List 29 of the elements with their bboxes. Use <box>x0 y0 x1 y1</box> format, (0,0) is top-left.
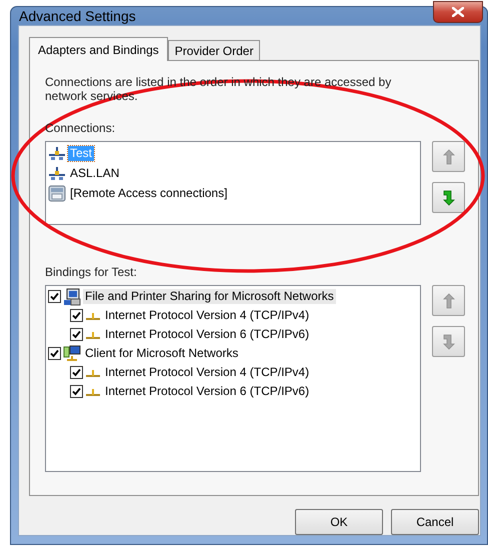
window-title: Advanced Settings <box>19 8 136 24</box>
move-down-button[interactable] <box>432 182 465 213</box>
up-arrow-icon <box>442 292 454 308</box>
list-label: Connections: <box>45 121 116 135</box>
network-icon <box>48 166 66 180</box>
up-arrow-icon <box>442 148 454 164</box>
list-item[interactable]: Client for Microsoft Networks <box>83 346 240 361</box>
tab[interactable]: Provider Order <box>168 40 260 60</box>
list-item[interactable]: Internet Protocol Version 4 (TCP/IPv4) <box>103 365 312 380</box>
dialog-button[interactable]: Cancel <box>391 509 479 535</box>
list-item[interactable]: Internet Protocol Version 6 (TCP/IPv6) <box>103 384 312 399</box>
telephone-icon <box>48 184 66 202</box>
list-item[interactable]: ASL.LAN <box>68 166 122 180</box>
down-arrow-icon <box>442 334 454 350</box>
connections-list[interactable]: Test ASL.LAN [Remote Access connections] <box>45 141 421 225</box>
tab[interactable]: Adapters and Bindings <box>29 37 168 61</box>
down-arrow-icon <box>442 190 454 206</box>
bindings-list[interactable] <box>45 285 421 472</box>
list-item[interactable]: Internet Protocol Version 4 (TCP/IPv4) <box>103 308 312 323</box>
network-icon <box>48 146 66 160</box>
computer-icon <box>63 344 81 362</box>
computer-icon <box>63 288 81 306</box>
list-label: Bindings for Test: <box>45 265 137 279</box>
list-item[interactable]: File and Printer Sharing for Microsoft Networks <box>83 289 336 304</box>
dialog-button[interactable]: OK <box>295 509 383 535</box>
close-icon <box>452 7 464 17</box>
list-item[interactable]: [Remote Access connections] <box>68 186 230 200</box>
list-item[interactable]: Internet Protocol Version 6 (TCP/IPv6) <box>103 327 312 342</box>
close-button[interactable] <box>433 1 483 23</box>
